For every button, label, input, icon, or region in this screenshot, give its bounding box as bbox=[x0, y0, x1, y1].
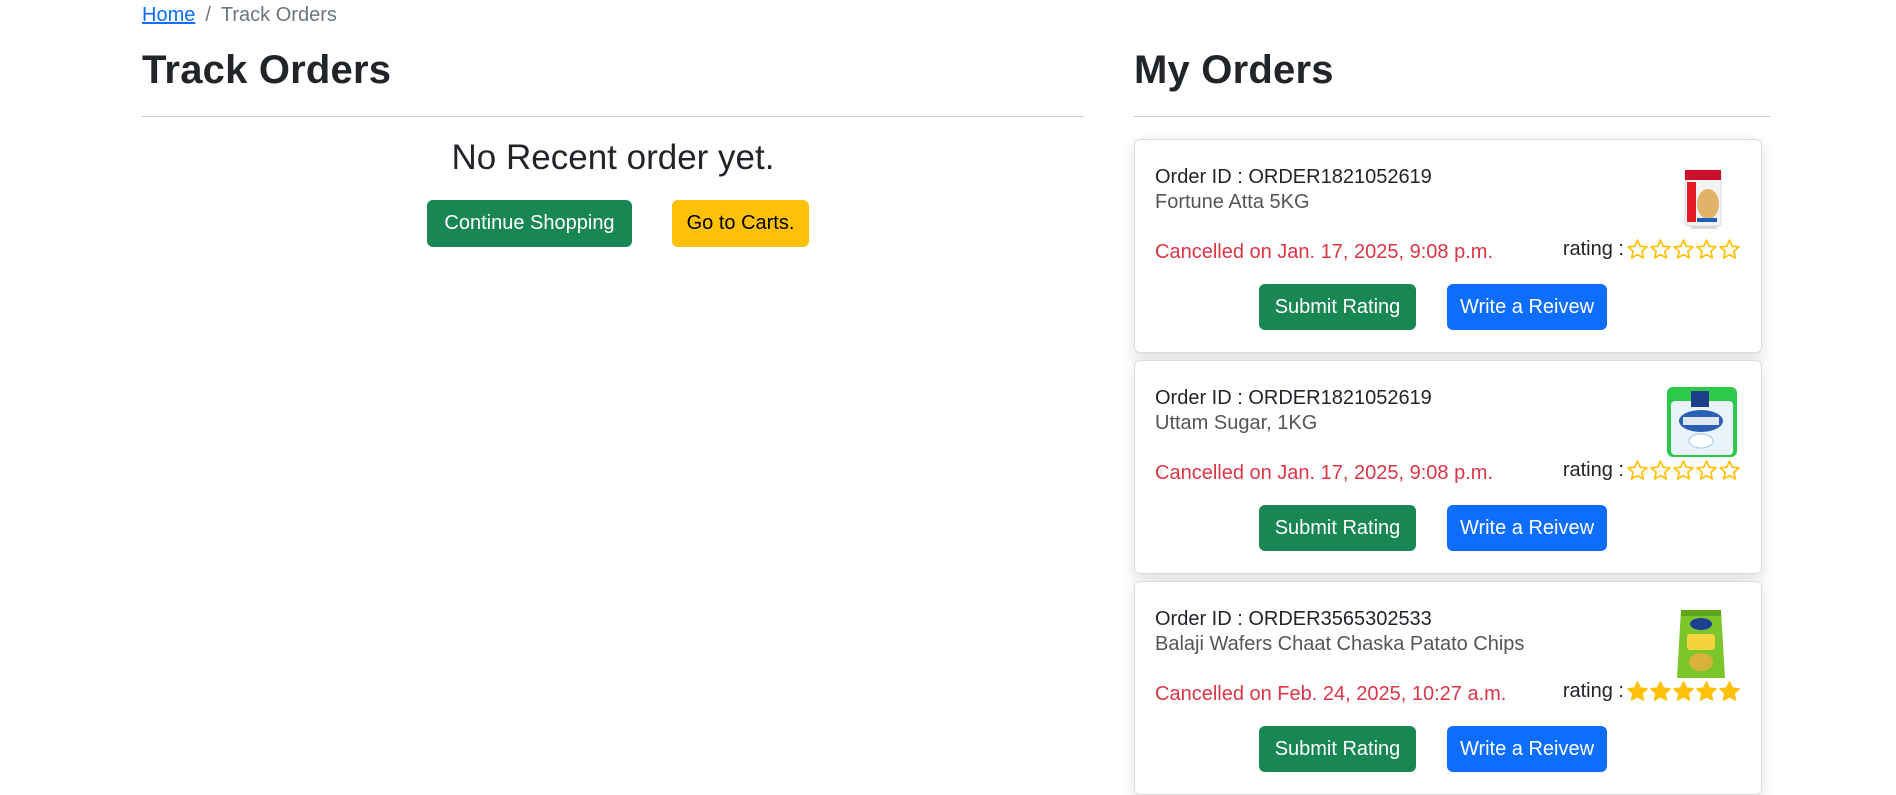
star-filled-icon[interactable] bbox=[1695, 680, 1718, 703]
continue-shopping-button[interactable]: Continue Shopping bbox=[427, 200, 632, 247]
order-status: Cancelled on Jan. 17, 2025, 9:08 p.m. bbox=[1155, 462, 1494, 484]
product-name: Balaji Wafers Chaat Chaska Patato Chips bbox=[1155, 633, 1525, 655]
breadcrumb-current: Track Orders bbox=[220, 3, 337, 26]
star-outline-icon[interactable] bbox=[1672, 459, 1695, 482]
write-review-button[interactable]: Write a Reivew bbox=[1447, 505, 1607, 551]
product-name: Fortune Atta 5KG bbox=[1155, 191, 1310, 213]
breadcrumb: Home / Track Orders bbox=[142, 2, 337, 28]
order-id: Order ID : ORDER3565302533 bbox=[1155, 608, 1432, 630]
rating: rating : bbox=[1563, 680, 1741, 703]
rating: rating : bbox=[1563, 459, 1741, 482]
star-outline-icon[interactable] bbox=[1695, 238, 1718, 261]
star-filled-icon[interactable] bbox=[1718, 680, 1741, 703]
submit-rating-button[interactable]: Submit Rating bbox=[1259, 284, 1416, 330]
star-outline-icon[interactable] bbox=[1649, 459, 1672, 482]
uttam-sugar-package-icon bbox=[1667, 387, 1737, 457]
balaji-chips-package-icon bbox=[1677, 610, 1725, 678]
order-id: Order ID : ORDER1821052619 bbox=[1155, 387, 1432, 409]
order-status: Cancelled on Jan. 17, 2025, 9:08 p.m. bbox=[1155, 241, 1494, 263]
product-name: Uttam Sugar, 1KG bbox=[1155, 412, 1318, 434]
rating-label: rating : bbox=[1562, 459, 1624, 481]
star-outline-icon[interactable] bbox=[1718, 238, 1741, 261]
rating-label: rating : bbox=[1562, 680, 1624, 702]
my-orders-title: My Orders bbox=[1134, 48, 1334, 92]
write-review-button[interactable]: Write a Reivew bbox=[1447, 284, 1607, 330]
go-to-carts-button[interactable]: Go to Carts. bbox=[672, 200, 809, 247]
star-outline-icon[interactable] bbox=[1649, 238, 1672, 261]
star-filled-icon[interactable] bbox=[1649, 680, 1672, 703]
write-review-button[interactable]: Write a Reivew bbox=[1447, 726, 1607, 772]
star-rating bbox=[1626, 680, 1741, 703]
my-orders-divider bbox=[1134, 116, 1770, 117]
breadcrumb-home-link[interactable]: Home bbox=[142, 4, 195, 27]
order-card: Order ID : ORDER3565302533 Balaji Wafers… bbox=[1134, 581, 1762, 795]
order-id: Order ID : ORDER1821052619 bbox=[1155, 166, 1432, 188]
track-orders-title: Track Orders bbox=[142, 48, 392, 92]
star-outline-icon[interactable] bbox=[1626, 459, 1649, 482]
star-outline-icon[interactable] bbox=[1626, 238, 1649, 261]
star-outline-icon[interactable] bbox=[1672, 238, 1695, 261]
breadcrumb-separator: / bbox=[205, 3, 211, 26]
empty-orders-message: No Recent order yet. bbox=[451, 138, 775, 177]
order-status: Cancelled on Feb. 24, 2025, 10:27 a.m. bbox=[1155, 683, 1507, 705]
submit-rating-button[interactable]: Submit Rating bbox=[1259, 726, 1416, 772]
star-filled-icon[interactable] bbox=[1626, 680, 1649, 703]
star-rating bbox=[1626, 459, 1741, 482]
star-outline-icon[interactable] bbox=[1718, 459, 1741, 482]
rating-label: rating : bbox=[1562, 238, 1624, 260]
order-card: Order ID : ORDER1821052619 Uttam Sugar, … bbox=[1134, 360, 1762, 574]
star-rating bbox=[1626, 238, 1741, 261]
submit-rating-button[interactable]: Submit Rating bbox=[1259, 505, 1416, 551]
rating: rating : bbox=[1563, 238, 1741, 261]
fortune-atta-package-icon bbox=[1684, 169, 1722, 229]
star-outline-icon[interactable] bbox=[1695, 459, 1718, 482]
star-filled-icon[interactable] bbox=[1672, 680, 1695, 703]
order-card: Order ID : ORDER1821052619 Fortune Atta … bbox=[1134, 139, 1762, 353]
track-orders-divider bbox=[142, 116, 1084, 117]
